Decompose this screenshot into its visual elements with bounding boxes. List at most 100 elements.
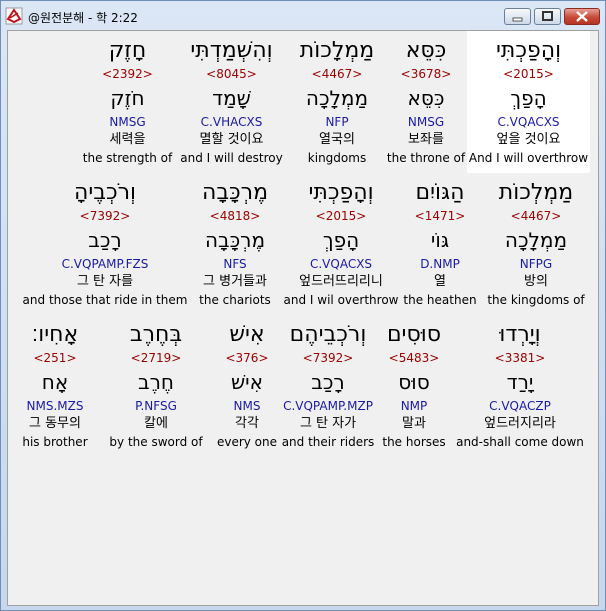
parsing-code: NMS.MZS	[26, 399, 84, 413]
hebrew-lexeme: שָׁמַד	[212, 86, 251, 110]
app-icon	[5, 7, 23, 25]
strongs-number: <1471>	[414, 209, 466, 223]
word-cell-selected[interactable]: וְהָפַכְתִּי <2015> הָפַךְ C.VQACXS 엎을 것…	[467, 31, 590, 173]
strongs-number: <4467>	[510, 209, 562, 223]
word-cell[interactable]: אִישׁ <376> אִישׁ NMS 각각 every one	[216, 315, 278, 457]
word-cell[interactable]: אָחִיו׃ <251> אָח NMS.MZS 그 동무의 his brot…	[14, 315, 96, 457]
korean-gloss: 열국의	[319, 132, 355, 147]
strongs-number: <7392>	[302, 351, 354, 365]
english-gloss: the strength of	[82, 151, 173, 165]
close-button[interactable]	[564, 8, 600, 25]
english-gloss: every one	[216, 435, 278, 449]
korean-gloss: 그 탄 자를	[76, 274, 134, 289]
word-cell[interactable]: חָזֶק <2392> חֹזֶק NMSG 세력을 the strength…	[81, 31, 174, 173]
korean-gloss: 그 탄 자가	[299, 416, 357, 431]
hebrew-lexeme: רָכַב	[88, 228, 122, 252]
hebrew-lexeme: מֶרְכָּבָה	[204, 228, 266, 252]
parsing-code: NFS	[223, 257, 247, 271]
app-window: @원전분해 - 학 2:22 חָזֶק <2392> חֹזֶק NMSG 세…	[0, 0, 606, 611]
word-cell[interactable]: סוּסִים <5483> סוּס NMP 말과 the horses	[378, 315, 450, 457]
word-cell[interactable]: וְהָפַכְתִּי <2015> הָפַךְ C.VQACXS 엎드러뜨…	[282, 173, 400, 315]
hebrew-word: וְהִשְׁמַדְתִּי	[190, 38, 273, 63]
hebrew-word: בְּחֶרֶב	[129, 322, 183, 347]
hebrew-word: וְרֹכְבֶיהָ	[73, 180, 137, 205]
english-gloss: and those that ride in them	[22, 293, 188, 307]
english-gloss: and I will destroy	[180, 151, 283, 165]
hebrew-word: מַמְלָכוֹת	[299, 38, 375, 63]
hebrew-lexeme: כִּסֵּא	[407, 86, 445, 110]
hebrew-lexeme: רָכַב	[311, 370, 345, 394]
english-gloss: by the sword of	[109, 435, 203, 449]
korean-gloss: 방의	[524, 274, 548, 289]
word-cell[interactable]: וְרֹכְבֶיהָ <7392> רָכַב C.VQPAMP.FZS 그 …	[22, 173, 188, 315]
window-title: @원전분해 - 학 2:22	[28, 11, 138, 25]
korean-gloss: 멸할 것이요	[199, 132, 264, 147]
english-gloss: the throne of	[386, 151, 466, 165]
hebrew-word: הַגּוֹיִם	[415, 180, 465, 205]
word-cell[interactable]: מַמְלָכוֹת <4467> מַמְלָכָה NFP 열국의 king…	[289, 31, 385, 173]
english-gloss: the horses	[382, 435, 446, 449]
word-cell[interactable]: מֶרְכָּבָה <4818> מֶרְכָּבָה NFS 그 병거들과 …	[188, 173, 282, 315]
hebrew-lexeme: הָפַךְ	[322, 228, 360, 252]
parsing-code: C.VQPAMP.FZS	[61, 257, 149, 271]
korean-gloss: 열	[434, 274, 446, 289]
close-icon	[576, 11, 588, 22]
hebrew-word: וְהָפַכְתִּי	[495, 38, 562, 63]
english-gloss: and-shall come down	[456, 435, 584, 449]
korean-gloss: 그 동무의	[29, 416, 81, 431]
maximize-button[interactable]	[534, 8, 561, 25]
hebrew-lexeme: אָח	[41, 370, 69, 394]
strongs-number: <3678>	[400, 67, 452, 81]
hebrew-word: וְיָרְדוּ	[499, 322, 541, 347]
hebrew-lexeme: מַמְלָכָה	[504, 228, 568, 252]
parsing-code: NMP	[400, 399, 428, 413]
strongs-number: <5483>	[388, 351, 440, 365]
hebrew-lexeme: אִישׁ	[230, 370, 263, 394]
word-cell[interactable]: וְרֹכְבֵיהֶם <7392> רָכַב C.VQPAMP.MZP 그…	[272, 315, 384, 457]
hebrew-word: אִישׁ	[229, 322, 265, 347]
hebrew-word: כִּסֵּא	[405, 38, 447, 63]
strongs-number: <2392>	[102, 67, 153, 81]
word-cell[interactable]: מַמְלְכוֹת <4467> מַמְלָכָה NFPG 방의 the …	[480, 173, 592, 315]
interlinear-panel: חָזֶק <2392> חֹזֶק NMSG 세력을 the strength…	[7, 30, 599, 606]
hebrew-word: וְהָפַכְתִּי	[308, 180, 374, 205]
title-bar[interactable]: @원전분해 - 학 2:22	[1, 1, 605, 30]
parsing-code: P.NFSG	[135, 399, 177, 413]
english-gloss: kingdoms	[307, 151, 367, 165]
hebrew-word: וְרֹכְבֵיהֶם	[289, 322, 367, 347]
korean-gloss: 보좌를	[408, 132, 444, 147]
parsing-code: NFP	[325, 115, 349, 129]
word-cell[interactable]: הַגּוֹיִם <1471> גּוֹי D.NMP 열 the heath…	[400, 173, 480, 315]
word-cell[interactable]: בְּחֶרֶב <2719> חֶרֶב P.NFSG 칼에 by the s…	[96, 315, 216, 457]
parsing-code: NMSG	[109, 115, 146, 129]
hebrew-lexeme: מַמְלָכָה	[305, 86, 369, 110]
hebrew-lexeme: יָרַד	[506, 370, 534, 394]
korean-gloss: 엎을 것이요	[496, 132, 561, 147]
hebrew-lexeme: גּוֹי	[430, 228, 450, 252]
parsing-code: C.VQACXS	[497, 115, 560, 129]
hebrew-word: אָחִיו׃	[31, 322, 79, 347]
strongs-number: <2015>	[315, 209, 367, 223]
korean-gloss: 세력을	[109, 132, 146, 147]
word-cell[interactable]: וְיָרְדוּ <3381> יָרַד C.VQACZP 엎드러지리라 a…	[450, 315, 590, 457]
word-cell[interactable]: וְהִשְׁמַדְתִּי <8045> שָׁמַד C.VHACXS 멸…	[174, 31, 289, 173]
minimize-button[interactable]	[504, 8, 531, 25]
hebrew-lexeme: חֹזֶק	[110, 86, 145, 110]
strongs-number: <376>	[225, 351, 269, 365]
parsing-code: C.VHACXS	[200, 115, 263, 129]
strongs-number: <4818>	[209, 209, 261, 223]
parsing-code: NMSG	[407, 115, 445, 129]
korean-gloss: 엎드러뜨리리니	[299, 274, 383, 289]
strongs-number: <2015>	[503, 67, 554, 81]
parsing-code: NFPG	[519, 257, 553, 271]
korean-gloss: 엎드러지리라	[484, 416, 556, 431]
minimize-icon	[512, 17, 523, 22]
parsing-code: C.VQACXS	[309, 257, 373, 271]
english-gloss: and their riders	[281, 435, 375, 449]
korean-gloss: 그 병거들과	[203, 274, 267, 289]
hebrew-lexeme: סוּס	[398, 370, 430, 394]
parsing-code: D.NMP	[420, 257, 460, 271]
hebrew-word: מֶרְכָּבָה	[201, 180, 269, 205]
korean-gloss: 각각	[235, 416, 259, 431]
word-cell[interactable]: כִּסֵּא <3678> כִּסֵּא NMSG 보좌를 the thro…	[385, 31, 467, 173]
